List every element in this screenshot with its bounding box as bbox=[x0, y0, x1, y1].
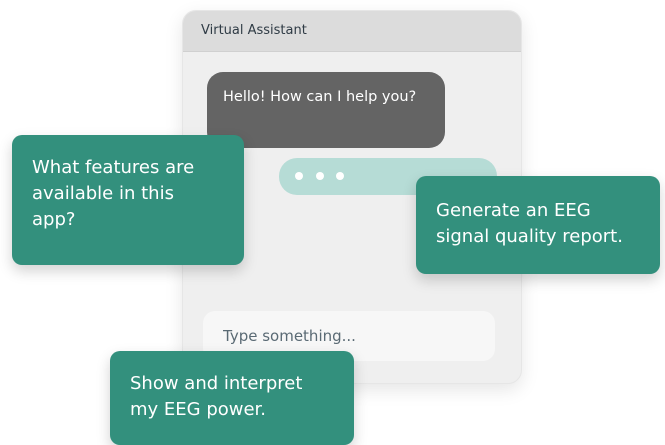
typing-dot bbox=[336, 172, 344, 180]
chat-header: Virtual Assistant bbox=[183, 11, 521, 52]
chat-title: Virtual Assistant bbox=[201, 23, 307, 38]
prompt-card-text: What features are available in this app? bbox=[32, 157, 195, 230]
typing-dot bbox=[295, 172, 303, 180]
assistant-message-text: Hello! How can I help you? bbox=[223, 89, 417, 105]
prompt-card-text: Show and interpret my EEG power. bbox=[130, 373, 303, 420]
prompt-card-text: Generate an EEG signal quality report. bbox=[436, 200, 623, 247]
user-prompt-card-features[interactable]: What features are available in this app? bbox=[12, 135, 244, 265]
typing-dot bbox=[316, 172, 324, 180]
user-prompt-card-eeg-report[interactable]: Generate an EEG signal quality report. bbox=[416, 176, 660, 274]
assistant-message-bubble: Hello! How can I help you? bbox=[207, 72, 445, 148]
user-prompt-card-eeg-power[interactable]: Show and interpret my EEG power. bbox=[110, 351, 354, 445]
